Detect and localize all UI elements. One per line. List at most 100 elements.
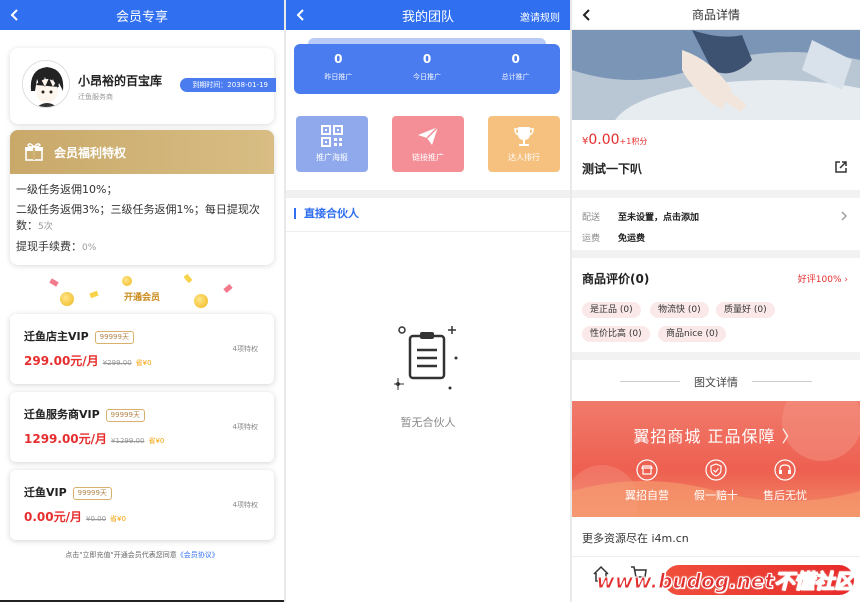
section-separator [286, 190, 570, 198]
gift-icon [25, 143, 43, 161]
product-topbar: 商品详情 [572, 0, 860, 30]
stat-label: 总计推广 [501, 73, 530, 81]
product-price: 0.00 [588, 132, 620, 148]
benefit-line-3-text: 提现手续费： [16, 240, 82, 253]
back-arrow-icon[interactable] [578, 5, 596, 25]
guarantee-banner: 翼招商城 正品保障 〉 翼招自营 假一赔十 售后无忧 [572, 401, 860, 517]
stat-label: 今日推广 [413, 73, 441, 81]
good-rate-link[interactable]: 好评100% › [798, 272, 848, 285]
expire-badge: 到期时间：2038-01-19 [180, 78, 276, 92]
vip-price: 1299.00元/月 ¥1299.00 省¥0 [24, 430, 164, 447]
site-watermark: www.budog.net不懂社区 [596, 569, 855, 594]
vip-saving: 省¥0 [110, 515, 126, 523]
vip-original-price: ¥1299.00 [111, 437, 145, 445]
product-points: +1积分 [619, 137, 648, 146]
vip-price-text: 299.00元/月 [24, 354, 99, 368]
detail-title: 图文详情 [694, 376, 738, 389]
vip-card-provider[interactable]: 迁鱼服务商VIP 99999天 1299.00元/月 ¥1299.00 省¥0 4项特… [10, 392, 274, 462]
page-title: 会员专享 [115, 9, 168, 25]
withdraw-times: 5次 [38, 222, 53, 232]
vip-name-text: 迁鱼服务商VIP [24, 408, 100, 421]
vip-rights: 4项特权 [232, 345, 258, 353]
benefit-header: 会员福利特权 [10, 130, 274, 174]
shield-icon [705, 459, 727, 481]
benefit-line-1: 一级任务返佣10%； [16, 183, 118, 196]
review-tag[interactable]: 商品nice (0) [658, 326, 727, 342]
paper-plane-icon [418, 126, 439, 145]
banner-title[interactable]: 翼招商城 正品保障 〉 [572, 423, 860, 447]
shipping-fee-label: 运费 [582, 234, 601, 244]
stat-number: 0 [334, 52, 343, 66]
chevron-right-icon[interactable] [840, 211, 848, 221]
qrcode-icon [321, 125, 343, 147]
section-separator [572, 190, 860, 198]
vip-card-shop[interactable]: 迁鱼店主VIP 99999天 299.00元/月 ¥299.00 省¥0 4项特权 [10, 314, 274, 384]
stat-yesterday: 0 昨日推广 [294, 44, 383, 94]
avatar-image [23, 61, 69, 107]
page-title: 我的团队 [401, 9, 454, 25]
vip-name: 迁鱼店主VIP 99999天 [24, 328, 134, 344]
price-line: ¥0.00+1积分 [582, 132, 647, 148]
review-title: 商品评价(0) [582, 272, 650, 286]
confetti-icon [49, 278, 59, 287]
trophy-icon [514, 127, 534, 146]
benefit-line-2: 二级任务返佣3%；三级任务返佣1%；每日提现次数：5次 [16, 202, 268, 235]
benefit-title: 会员福利特权 [54, 145, 127, 160]
section-title: 直接合伙人 [294, 208, 359, 219]
vip-name: 迁鱼VIP 99999天 [24, 484, 112, 500]
empty-text: 暂无合伙人 [400, 416, 456, 429]
vip-name-text: 迁鱼VIP [24, 486, 67, 499]
agreement-prefix: 点击"立即充值"开通会员代表您同意 [65, 551, 177, 559]
review-tag[interactable]: 物流快 (0) [650, 302, 709, 318]
review-tag[interactable]: 质量好 (0) [716, 302, 775, 318]
team-topbar: 我的团队 邀请规则 [286, 0, 570, 30]
member-panel: 会员专享 小昂裕的百宝库 迁鱼服务商 到期时间：2038-01-19 会员福利特… [0, 0, 284, 602]
good-rate: 好评100% [797, 275, 842, 285]
review-tag[interactable]: 是正品 (0) [582, 302, 641, 318]
withdraw-fee: 0% [82, 243, 97, 253]
vip-card-basic[interactable]: 迁鱼VIP 99999天 0.00元/月 ¥0.00 省¥0 4项特权 [10, 470, 274, 540]
stat-total: 0 总计推广 [471, 44, 560, 94]
vip-days-badge: 99999天 [94, 331, 134, 344]
delivery-row[interactable]: 配送 至未设置，点击添加 [582, 210, 699, 223]
stats-card: 0 昨日推广 0 今日推广 0 总计推广 [294, 44, 560, 94]
product-illustration [572, 30, 860, 120]
vip-price-text: 1299.00元/月 [24, 432, 108, 446]
stat-label: 昨日推广 [324, 73, 353, 81]
member-body: 小昂裕的百宝库 迁鱼服务商 到期时间：2038-01-19 会员福利特权 一级任… [0, 30, 284, 602]
empty-list-icon [394, 326, 458, 390]
avatar [22, 60, 70, 108]
section-separator [572, 352, 860, 360]
ranking-button[interactable]: 达人排行 [488, 116, 560, 172]
detail-divider-right [752, 381, 812, 382]
agreement-text: 点击"立即充值"开通会员代表您同意《会员协议》 [0, 550, 284, 560]
user-role: 迁鱼服务商 [78, 93, 113, 101]
tool-label: 推广海报 [316, 153, 348, 162]
invite-rule-link[interactable]: 邀请规则 [520, 9, 560, 24]
vip-name: 迁鱼服务商VIP 99999天 [24, 406, 145, 422]
shipping-fee-value: 免运费 [618, 234, 646, 244]
back-arrow-icon[interactable] [6, 5, 24, 25]
user-card: 小昂裕的百宝库 迁鱼服务商 到期时间：2038-01-19 [10, 48, 276, 124]
back-arrow-icon[interactable] [292, 5, 310, 25]
stat-today: 0 今日推广 [383, 44, 472, 94]
delivery-value: 至未设置，点击添加 [618, 213, 700, 223]
vip-name-text: 迁鱼店主VIP [24, 330, 89, 343]
agreement-link[interactable]: 《会员协议》 [177, 551, 219, 559]
vip-original-price: ¥299.00 [102, 359, 132, 367]
user-name: 小昂裕的百宝库 [78, 74, 163, 88]
vip-original-price: ¥0.00 [86, 515, 107, 523]
banner-item-after-sale: 售后无忧 [740, 459, 830, 503]
review-tag[interactable]: 性价比高 (0) [582, 326, 650, 342]
vip-days-badge: 99999天 [105, 409, 145, 422]
poster-button[interactable]: 推广海报 [296, 116, 368, 172]
delivery-label: 配送 [582, 213, 601, 223]
headset-icon [774, 459, 796, 481]
page-title: 商品详情 [691, 8, 740, 22]
product-image [572, 30, 860, 120]
share-icon[interactable] [834, 160, 848, 174]
link-promo-button[interactable]: 链接推广 [392, 116, 464, 172]
stat-number: 0 [511, 52, 520, 66]
tool-label: 链接推广 [412, 153, 444, 162]
section-separator [572, 250, 860, 258]
